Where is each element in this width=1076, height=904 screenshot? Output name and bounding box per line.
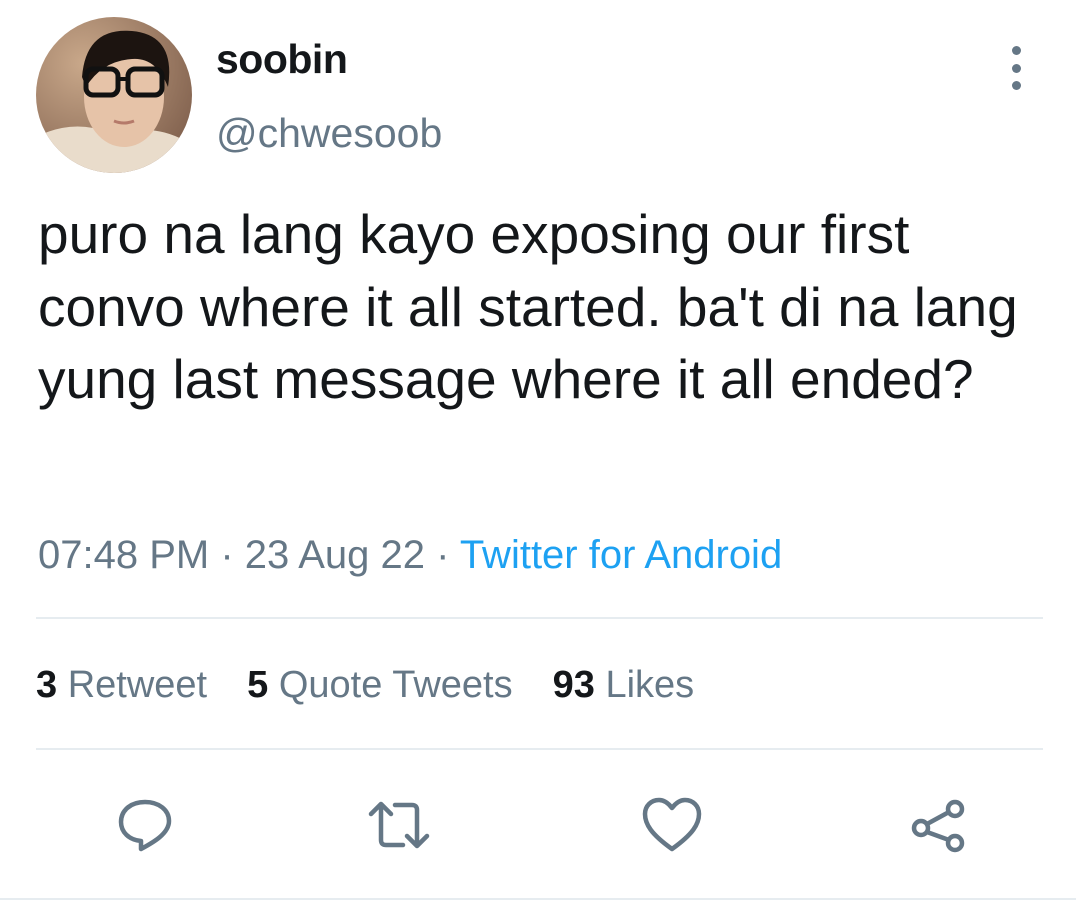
retweets-stat[interactable]: 3 Retweet xyxy=(36,664,207,707)
avatar[interactable] xyxy=(36,17,192,173)
heart-icon xyxy=(642,797,702,852)
divider xyxy=(36,748,1043,750)
reply-icon xyxy=(118,799,172,852)
tweet-source-link[interactable]: Twitter for Android xyxy=(460,533,782,577)
meta-separator: · xyxy=(220,533,234,577)
reply-button[interactable] xyxy=(110,790,180,860)
tweet-meta: 07:48 PM · 23 Aug 22 · Twitter for Andro… xyxy=(38,533,782,578)
more-dot xyxy=(1011,63,1021,73)
likes-count: 93 xyxy=(552,664,595,706)
retweet-icon xyxy=(368,801,430,849)
tweet-text: puro na lang kayo exposing our first con… xyxy=(38,203,1018,410)
more-dot xyxy=(1011,46,1021,55)
like-button[interactable] xyxy=(637,790,707,860)
divider xyxy=(36,617,1043,619)
tweet-date: 23 Aug 22 xyxy=(244,533,425,577)
user-handle[interactable]: @chwesoob xyxy=(216,110,442,157)
likes-label: Likes xyxy=(605,664,695,706)
quotes-stat[interactable]: 5 Quote Tweets xyxy=(247,664,512,707)
retweets-count: 3 xyxy=(36,664,58,706)
likes-stat[interactable]: 93 Likes xyxy=(553,664,695,707)
tweet-time: 07:48 PM xyxy=(38,533,210,577)
avatar-photo xyxy=(36,17,192,173)
bottom-divider xyxy=(0,898,1076,900)
meta-separator: · xyxy=(436,533,450,577)
share-button[interactable] xyxy=(904,790,974,860)
more-dot xyxy=(1011,81,1021,90)
display-name[interactable]: soobin xyxy=(216,36,348,83)
retweet-button[interactable] xyxy=(364,790,434,860)
retweets-label: Retweet xyxy=(67,664,208,706)
tweet-stats: 3 Retweet 5 Quote Tweets 93 Likes xyxy=(36,664,734,707)
share-icon xyxy=(911,799,965,853)
quotes-label: Quote Tweets xyxy=(278,664,513,706)
quotes-count: 5 xyxy=(247,664,269,706)
more-options-icon[interactable] xyxy=(1002,46,1030,90)
